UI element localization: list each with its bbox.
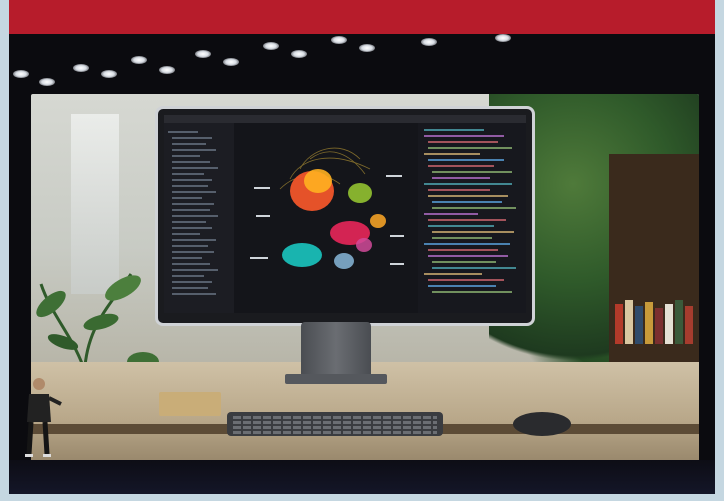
ide-sidebar: [164, 123, 234, 313]
stage-light-icon: [223, 58, 239, 66]
ide-menubar: [164, 115, 526, 123]
ide-code-panel: [418, 123, 526, 313]
monitor-stand-base: [285, 374, 387, 384]
stage-light-icon: [495, 34, 511, 42]
stage-light-icon: [73, 64, 89, 72]
stage-light-icon: [159, 66, 175, 74]
photo-frame: [0, 0, 724, 501]
stage-light-icon: [359, 44, 375, 52]
stage-light-icon: [263, 42, 279, 50]
stage-light-icon: [291, 50, 307, 58]
stage-light-icon: [101, 70, 117, 78]
stage-light-icon: [421, 38, 437, 46]
bookshelf: [609, 154, 699, 394]
audience: [9, 460, 715, 494]
presenter-icon: [25, 378, 62, 457]
top-banner: [9, 0, 715, 34]
projection-screen: [31, 94, 699, 476]
data-visualization: [250, 147, 404, 269]
wooden-box: [159, 392, 221, 416]
monitor-display: [164, 115, 526, 313]
stage-light-icon: [13, 70, 29, 78]
monitor-stand: [301, 322, 371, 380]
stage-light-icon: [331, 36, 347, 44]
mouse-icon: [513, 412, 571, 436]
stage-light-icon: [39, 78, 55, 86]
keyboard-icon: [227, 412, 443, 436]
monitor-icon: [155, 106, 535, 326]
stage-light-icon: [195, 50, 211, 58]
keynote-stage: [9, 34, 715, 494]
stage-light-icon: [131, 56, 147, 64]
